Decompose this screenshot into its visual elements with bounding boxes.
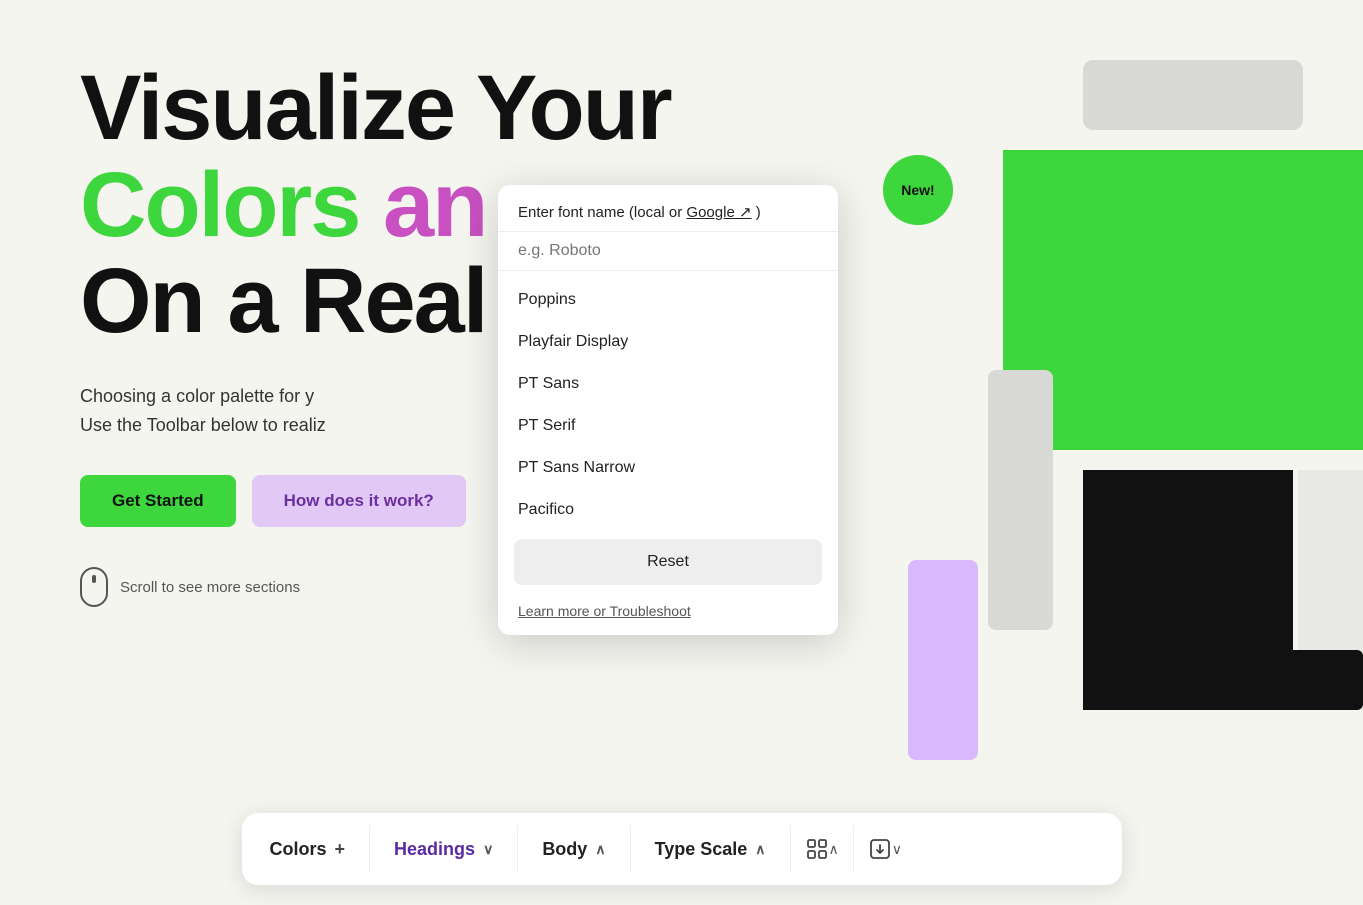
scroll-hint-text: Scroll to see more sections xyxy=(120,579,300,596)
toolbar-type-scale-label: Type Scale xyxy=(655,839,748,860)
toolbar-body-label: Body xyxy=(542,839,587,860)
font-option-pt-serif[interactable]: PT Serif xyxy=(498,405,838,447)
toolbar-divider-4 xyxy=(790,825,791,873)
chevron-up-icon-body: ∧ xyxy=(595,841,605,858)
hero-title-colors: Colors xyxy=(80,154,359,256)
color-block-green-large xyxy=(1003,150,1363,450)
toolbar-type-scale[interactable]: Type Scale ∧ xyxy=(635,813,786,885)
toolbar-divider-5 xyxy=(853,825,854,873)
chevron-down-icon: ∨ xyxy=(483,841,493,858)
font-option-poppins[interactable]: Poppins xyxy=(498,279,838,321)
mouse-icon xyxy=(80,567,108,607)
mouse-dot xyxy=(92,575,96,583)
hero-title-and: an xyxy=(383,154,486,256)
google-link[interactable]: Google ↗ xyxy=(686,204,751,221)
font-dropdown[interactable]: Enter font name (local or Google ↗ ) Pop… xyxy=(498,185,838,635)
color-block-purple-tall xyxy=(908,560,978,760)
font-search-area[interactable] xyxy=(498,232,838,271)
font-dropdown-header-text: Enter font name (local or Google ↗ ) xyxy=(518,204,761,221)
toolbar-divider-1 xyxy=(369,825,370,873)
grid-icon xyxy=(805,837,829,861)
chevron-up-icon-grid: ∧ xyxy=(829,841,839,858)
download-icon xyxy=(868,837,892,861)
font-search-input[interactable] xyxy=(518,242,818,260)
font-option-playfair[interactable]: Playfair Display xyxy=(498,321,838,363)
font-option-pt-sans-narrow[interactable]: PT Sans Narrow xyxy=(498,447,838,489)
toolbar-colors-label: Colors xyxy=(270,839,327,860)
font-reset-button[interactable]: Reset xyxy=(514,539,822,585)
hero-subtitle: Choosing a color palette for y Use the T… xyxy=(80,382,560,440)
how-it-works-button[interactable]: How does it work? xyxy=(252,475,466,527)
toolbar: Colors + Headings ∨ Body ∧ Type Scale ∧ … xyxy=(242,813,1122,885)
color-block-black-bottom xyxy=(1233,650,1363,710)
chevron-up-icon-type: ∧ xyxy=(755,841,765,858)
plus-icon: + xyxy=(335,839,346,860)
toolbar-headings[interactable]: Headings ∨ xyxy=(374,813,513,885)
toolbar-grid-button[interactable]: ∧ xyxy=(795,813,849,885)
color-block-gray-tall xyxy=(988,370,1053,630)
toolbar-download-button[interactable]: ∨ xyxy=(858,813,912,885)
color-blocks xyxy=(1003,60,1363,740)
toolbar-divider-2 xyxy=(517,825,518,873)
font-list[interactable]: Poppins Playfair Display PT Sans PT Seri… xyxy=(498,271,838,531)
font-learn-link[interactable]: Learn more or Troubleshoot xyxy=(498,593,838,635)
toolbar-colors[interactable]: Colors + xyxy=(250,813,366,885)
chevron-down-icon-download: ∨ xyxy=(892,841,902,858)
font-dropdown-header: Enter font name (local or Google ↗ ) xyxy=(498,185,838,232)
font-option-pacifico[interactable]: Pacifico xyxy=(498,489,838,531)
toolbar-body[interactable]: Body ∧ xyxy=(522,813,625,885)
color-block-gray-light xyxy=(1083,60,1303,130)
hero-subtitle-line1: Choosing a color palette for y xyxy=(80,386,314,406)
get-started-button[interactable]: Get Started xyxy=(80,475,236,527)
new-badge: New! xyxy=(883,155,953,225)
font-option-pt-sans[interactable]: PT Sans xyxy=(498,363,838,405)
toolbar-headings-label: Headings xyxy=(394,839,475,860)
toolbar-divider-3 xyxy=(630,825,631,873)
hero-subtitle-line2: Use the Toolbar below to realiz xyxy=(80,415,326,435)
